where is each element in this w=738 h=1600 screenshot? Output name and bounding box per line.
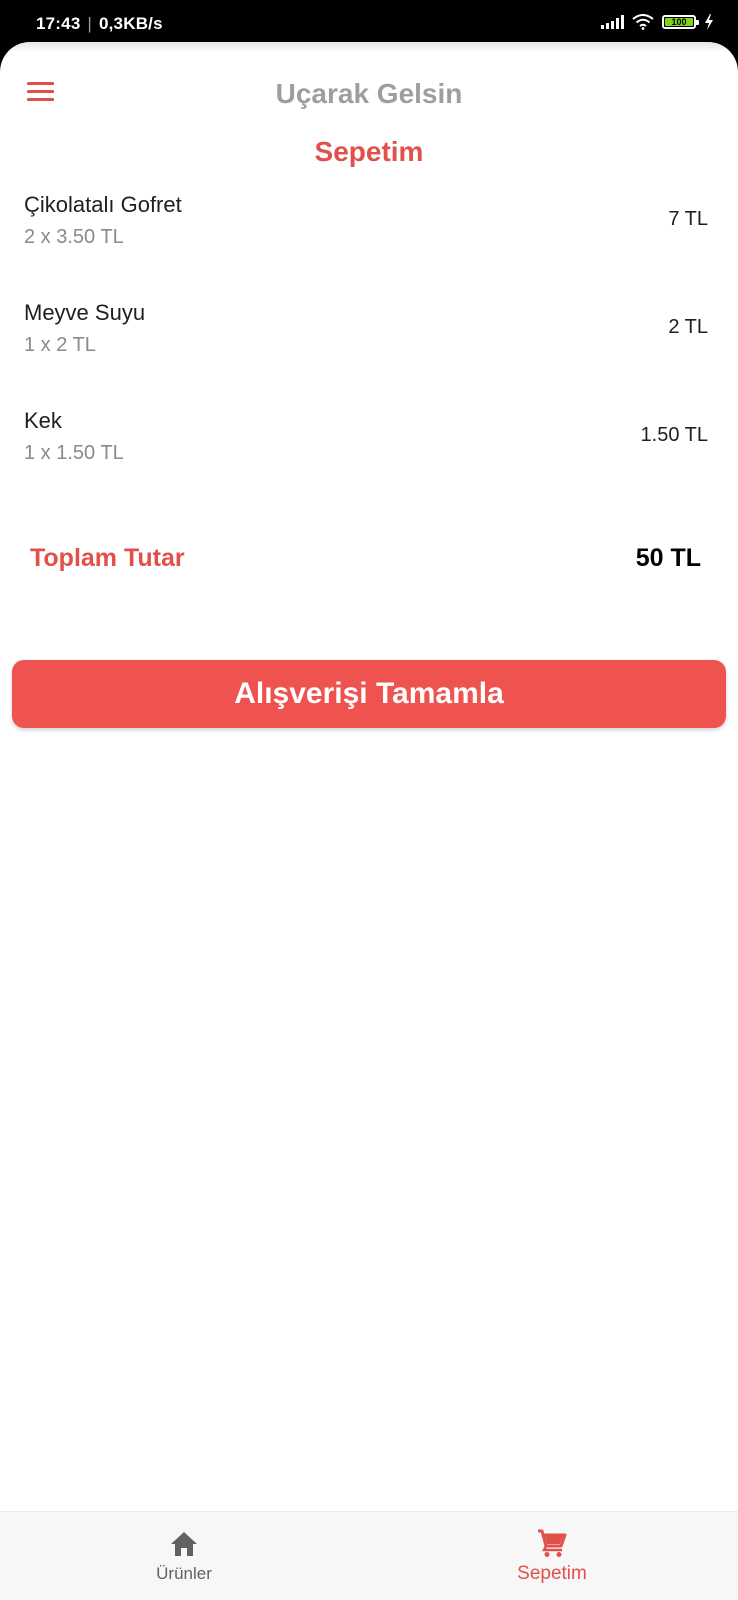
cart-item: Meyve Suyu 1 x 2 TL 2 TL — [0, 300, 738, 408]
page-title: Sepetim — [314, 136, 424, 167]
item-name: Kek — [24, 408, 62, 433]
wifi-icon — [632, 14, 654, 30]
total-label: Toplam Tutar — [30, 544, 185, 572]
item-name: Meyve Suyu — [24, 300, 146, 325]
charging-icon — [705, 14, 713, 30]
item-quantity: 1 x 2 TL — [24, 334, 96, 356]
item-price: 7 TL — [668, 208, 708, 230]
cart-list: Çikolatalı Gofret 2 x 3.50 TL 7 TL Meyve… — [0, 192, 738, 516]
checkout-button[interactable]: Alışverişi Tamamla — [12, 660, 726, 728]
bottom-navigation: Ürünler Sepetim — [0, 1511, 738, 1600]
tab-products-label: Ürünler — [156, 1563, 212, 1583]
cart-item: Kek 1 x 1.50 TL 1.50 TL — [0, 408, 738, 516]
app-title: Uçarak Gelsin — [275, 78, 463, 109]
cart-item: Çikolatalı Gofret 2 x 3.50 TL 7 TL — [0, 192, 738, 300]
status-right: 100 — [601, 14, 714, 30]
network-speed: 0,3KB/s — [98, 14, 163, 33]
item-quantity: 1 x 1.50 TL — [24, 442, 124, 464]
total-value: 50 TL — [635, 544, 701, 572]
status-bar: 17:43 | 0,3KB/s 100 — [0, 0, 738, 44]
battery-cap — [696, 20, 699, 25]
tab-products[interactable]: Ürünler — [84, 1512, 284, 1600]
status-separator: | — [87, 14, 93, 33]
item-name: Çikolatalı Gofret — [24, 192, 182, 217]
app-header: Uçarak Gelsin — [0, 42, 738, 142]
tab-cart-label: Sepetim — [517, 1562, 587, 1584]
home-icon — [171, 1531, 197, 1556]
item-quantity: 2 x 3.50 TL — [24, 226, 124, 248]
phone-screen: 17:43 | 0,3KB/s 100 Uçarak Gelsin Sepeti… — [0, 0, 738, 1600]
status-time: 17:43 — [36, 14, 81, 33]
tab-cart[interactable]: Sepetim — [452, 1512, 652, 1600]
battery-icon: 100 — [662, 15, 699, 29]
item-price: 2 TL — [668, 316, 708, 338]
item-price: 1.50 TL — [640, 424, 708, 446]
app-surface: Uçarak Gelsin Sepetim Çikolatalı Gofret … — [0, 42, 738, 1600]
signal-icon — [601, 15, 624, 29]
battery-level: 100 — [665, 17, 693, 27]
status-left: 17:43 | 0,3KB/s — [36, 14, 163, 34]
shopping-cart-icon — [538, 1529, 567, 1557]
